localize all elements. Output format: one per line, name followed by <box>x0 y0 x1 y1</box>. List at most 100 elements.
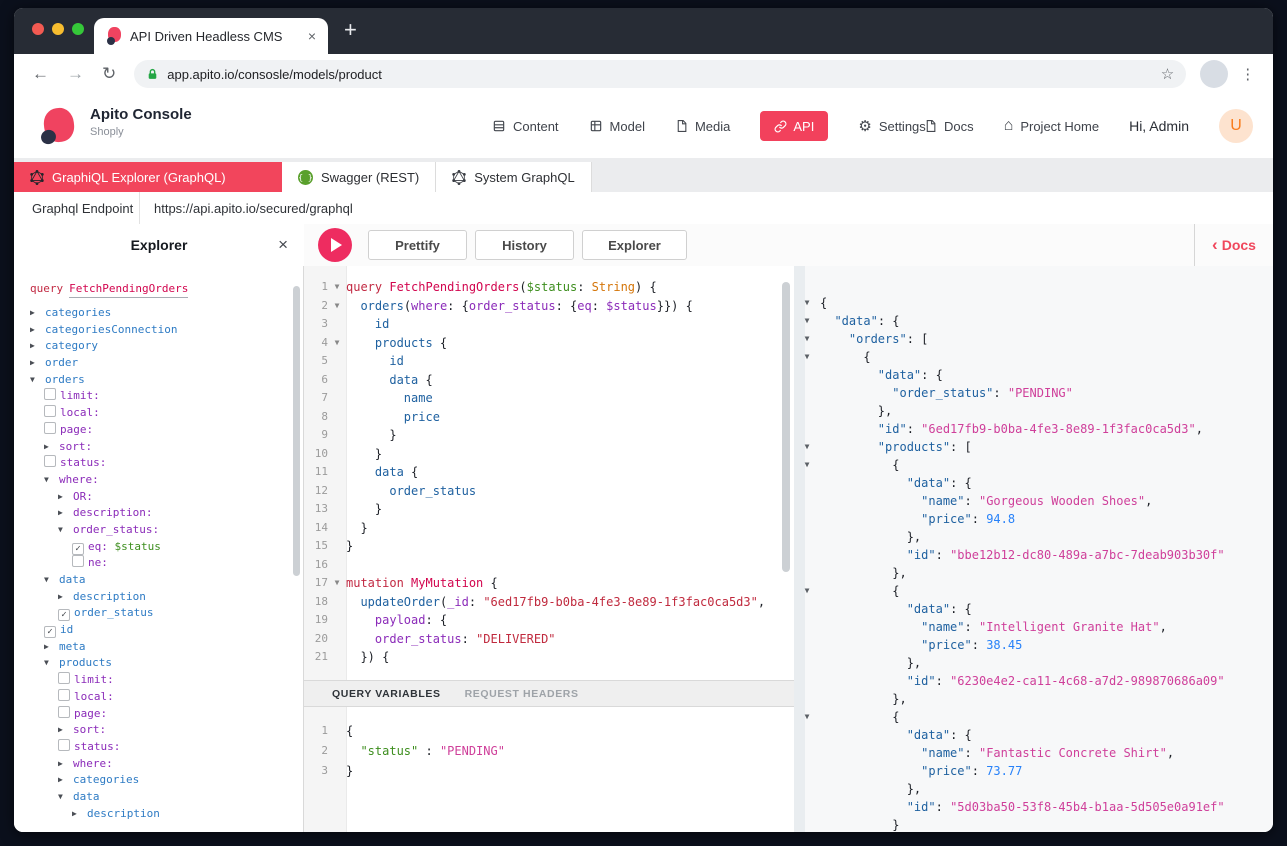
prettify-button[interactable]: Prettify <box>368 230 467 260</box>
code-text[interactable]: } <box>346 537 353 556</box>
explorer-tree-item[interactable]: local: <box>22 405 303 422</box>
field-checkbox[interactable] <box>44 455 56 468</box>
code-text[interactable]: order_status: "DELIVERED" <box>346 630 556 649</box>
nav-item-content[interactable]: Content <box>492 119 559 134</box>
explorer-tree-item[interactable]: ▼ order_status: <box>22 522 303 539</box>
explorer-tree-item[interactable]: ▼ data <box>22 572 303 589</box>
field-checkbox[interactable] <box>72 555 84 568</box>
query-editor-panel[interactable]: 1 ▼ query FetchPendingOrders($status: Stri… <box>304 266 794 832</box>
editor-line[interactable]: 15} <box>304 537 794 556</box>
editor-line[interactable]: 17 ▼ mutation MyMutation { <box>304 574 794 593</box>
history-button[interactable]: History <box>475 230 574 260</box>
code-text[interactable]: id <box>346 315 389 334</box>
collapse-icon[interactable]: ▼ <box>44 572 59 589</box>
editor-line[interactable]: 10 } <box>304 445 794 464</box>
explorer-tree-item[interactable]: local: <box>22 688 303 706</box>
code-text[interactable]: payload: { <box>346 611 447 630</box>
nav-item-api-active[interactable]: API <box>760 111 829 141</box>
url-text[interactable]: app.apito.io/consosle/models/product <box>167 67 1161 82</box>
editor-line[interactable]: 16 <box>304 556 794 575</box>
variables-line[interactable]: 2 "status" : "PENDING" <box>304 741 794 761</box>
nav-item-media[interactable]: Media <box>675 119 730 134</box>
code-text[interactable]: } <box>346 519 367 538</box>
editor-line[interactable]: 13 } <box>304 500 794 519</box>
fold-icon[interactable]: ▼ <box>794 582 820 600</box>
code-text[interactable]: name <box>346 389 433 408</box>
explorer-tree-item[interactable]: ▶ categoriesConnection <box>22 322 303 339</box>
query-editor[interactable]: 1 ▼ query FetchPendingOrders($status: Stri… <box>304 278 794 667</box>
editor-line[interactable]: 19 payload: { <box>304 611 794 630</box>
fold-icon[interactable]: ▼ <box>794 312 820 330</box>
field-checkbox[interactable] <box>58 672 70 685</box>
field-checkbox[interactable]: ✓ <box>44 626 56 639</box>
expand-icon[interactable]: ▶ <box>58 772 73 789</box>
collapse-icon[interactable]: ▼ <box>30 372 45 389</box>
editor-line[interactable]: 2 ▼ orders(where: {order_status: {eq: $st… <box>304 297 794 316</box>
explorer-tree-item[interactable]: ▶ categories <box>22 772 303 789</box>
code-text[interactable]: } <box>346 445 382 464</box>
reload-icon[interactable]: ↻ <box>102 64 116 84</box>
fold-icon[interactable]: ▼ <box>794 456 820 474</box>
explorer-tree-item[interactable]: ▶ sort: <box>22 722 303 739</box>
editor-line[interactable]: 11 data { <box>304 463 794 482</box>
expand-icon[interactable]: ▶ <box>30 305 45 322</box>
code-text[interactable]: } <box>346 500 382 519</box>
expand-icon[interactable]: ▶ <box>30 322 45 339</box>
code-text[interactable]: order_status <box>346 482 476 501</box>
editor-line[interactable]: 3 id <box>304 315 794 334</box>
explorer-tree-item[interactable]: page: <box>22 421 303 439</box>
fold-icon[interactable]: ▼ <box>794 348 820 366</box>
code-text[interactable]: updateOrder(_id: "6ed17fb9-b0ba-4fe3-8e8… <box>346 593 765 612</box>
collapse-icon[interactable]: ▼ <box>58 789 73 806</box>
explorer-tree-item[interactable]: ▶ categories <box>22 305 303 322</box>
explorer-tree-item[interactable]: ▶ OR: <box>22 489 303 506</box>
execute-query-button[interactable] <box>318 228 352 262</box>
forward-icon[interactable]: → <box>67 64 84 84</box>
variables-line[interactable]: 3} <box>304 761 794 781</box>
tab-graphiql-explorer[interactable]: GraphiQL Explorer (GraphQL) <box>14 162 282 192</box>
collapse-icon[interactable]: ▼ <box>58 522 73 539</box>
editor-line[interactable]: 12 order_status <box>304 482 794 501</box>
code-text[interactable]: "status" : "PENDING" <box>346 741 505 761</box>
variables-editor[interactable]: 1{2 "status" : "PENDING" 3} <box>304 721 794 781</box>
explorer-tree-item[interactable]: status: <box>22 738 303 756</box>
code-text[interactable]: id <box>346 352 403 371</box>
explorer-toggle-button[interactable]: Explorer <box>582 230 687 260</box>
field-checkbox[interactable] <box>58 705 70 718</box>
new-tab-button[interactable]: + <box>344 17 357 43</box>
maximize-window-button[interactable] <box>72 23 84 35</box>
editor-line[interactable]: 20 order_status: "DELIVERED" <box>304 630 794 649</box>
editor-line[interactable]: 8 price <box>304 408 794 427</box>
explorer-tree-item[interactable]: ▶ description <box>22 589 303 606</box>
operation-name-input[interactable]: FetchPendingOrders <box>69 282 189 298</box>
query-variables-tab[interactable]: QUERY VARIABLES <box>332 688 441 700</box>
code-text[interactable]: { <box>346 721 353 741</box>
close-window-button[interactable] <box>32 23 44 35</box>
expand-icon[interactable]: ▶ <box>58 722 73 739</box>
fold-icon[interactable]: ▼ <box>794 330 820 348</box>
code-text[interactable]: orders(where: {order_status: {eq: $statu… <box>346 297 692 316</box>
explorer-tree-item[interactable]: ▼ where: <box>22 472 303 489</box>
collapse-icon[interactable]: ▼ <box>44 655 59 672</box>
explorer-tree-item[interactable]: ▶ where: <box>22 756 303 773</box>
field-checkbox[interactable]: ✓ <box>72 542 84 555</box>
editor-line[interactable]: 5 id <box>304 352 794 371</box>
editor-line[interactable]: 7 name <box>304 389 794 408</box>
editor-line[interactable]: 21 }) { <box>304 648 794 667</box>
explorer-tree-item[interactable]: ▼ products <box>22 655 303 672</box>
explorer-tree-item[interactable]: page: <box>22 705 303 723</box>
field-checkbox[interactable] <box>44 405 56 418</box>
field-checkbox[interactable] <box>58 688 70 701</box>
explorer-tree-item[interactable]: ▶ meta <box>22 639 303 656</box>
field-checkbox[interactable]: ✓ <box>58 609 70 622</box>
explorer-tree-item[interactable]: status: <box>22 455 303 472</box>
code-text[interactable]: query FetchPendingOrders($status: String… <box>346 278 657 297</box>
explorer-tree-item[interactable]: ▼ orders <box>22 372 303 389</box>
close-icon[interactable]: × <box>278 235 288 255</box>
docs-panel-toggle[interactable]: ‹ Docs <box>1194 224 1273 267</box>
code-text[interactable]: }) { <box>346 648 389 667</box>
field-checkbox[interactable] <box>44 388 56 401</box>
nav-item-settings[interactable]: ⚙ Settings <box>858 117 925 135</box>
expand-icon[interactable]: ▶ <box>58 489 73 506</box>
expand-icon[interactable]: ▶ <box>58 756 73 773</box>
